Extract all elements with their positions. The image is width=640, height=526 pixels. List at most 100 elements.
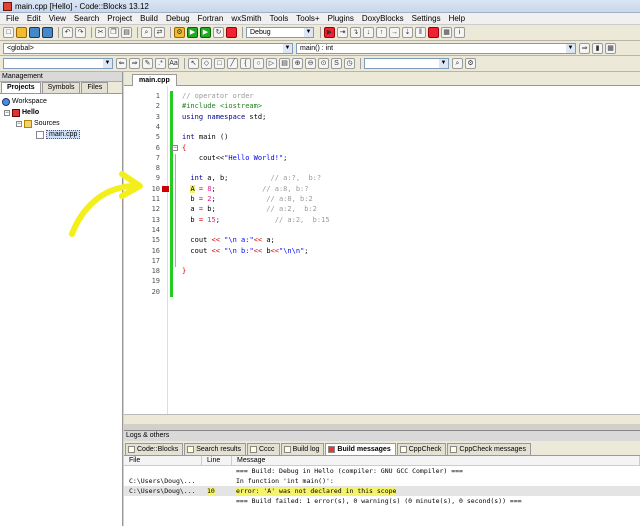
code-line[interactable]: cout << "\n b:"<< b<<"\n\n"; <box>182 246 308 256</box>
horizontal-scrollbar[interactable] <box>124 414 640 424</box>
column-line[interactable]: Line <box>202 456 232 465</box>
menu-settings[interactable]: Settings <box>408 13 445 25</box>
options-select[interactable]: ▼ <box>364 58 449 69</box>
spell-check-icon[interactable]: S <box>331 58 342 69</box>
run-to-cursor-icon[interactable]: ⇥ <box>337 27 348 38</box>
highlight-icon[interactable]: ✎ <box>142 58 153 69</box>
clock-icon[interactable]: ◷ <box>344 58 355 69</box>
zoom-in-icon[interactable]: ⊕ <box>292 58 303 69</box>
column-file[interactable]: File <box>124 456 202 465</box>
code-line[interactable]: int main () <box>182 132 228 142</box>
pause-icon[interactable]: ‖ <box>415 27 426 38</box>
undo-icon[interactable]: ↶ <box>62 27 73 38</box>
menu-debug[interactable]: Debug <box>162 13 194 25</box>
build-and-run-icon[interactable]: ▶ <box>200 27 211 38</box>
find-icon[interactable]: ⌕ <box>141 27 152 38</box>
message-row[interactable]: === Build failed: 1 error(s), 0 warning(… <box>124 496 640 506</box>
menu-project[interactable]: Project <box>103 13 136 25</box>
line-icon[interactable]: ╱ <box>227 58 238 69</box>
collapse-icon[interactable]: − <box>16 120 22 127</box>
line-number[interactable]: 1 <box>124 91 160 101</box>
find-input[interactable]: ▼ <box>3 58 113 69</box>
code-line[interactable]: { <box>182 143 186 153</box>
step-out-icon[interactable]: ↑ <box>376 27 387 38</box>
brace-icon[interactable]: { <box>240 58 251 69</box>
next-instruction-icon[interactable]: → <box>389 27 400 38</box>
debug-start-icon[interactable]: ▶ <box>324 27 335 38</box>
table-icon[interactable]: ▤ <box>279 58 290 69</box>
menu-tools-plus[interactable]: Tools+ <box>292 13 323 25</box>
redo-icon[interactable]: ↷ <box>75 27 86 38</box>
tree-workspace[interactable]: Workspace <box>2 96 122 107</box>
line-number-gutter[interactable]: 1 2 3 4 5 6 7 8 9 10 11 12 13 14 15 16 17 18 19 20− <box>124 86 178 424</box>
collapse-icon[interactable]: − <box>4 109 10 116</box>
function-select[interactable]: main() : int ▼ <box>296 42 576 54</box>
grid-icon[interactable]: ▦ <box>605 42 616 54</box>
menu-edit[interactable]: Edit <box>23 13 45 25</box>
tab-cccc[interactable]: Cccc <box>247 443 280 455</box>
message-row[interactable]: C:\Users\Doug\... In function 'int main(… <box>124 476 640 486</box>
code-line[interactable]: a = b; // a:2, b:2 <box>182 204 316 214</box>
search-icon[interactable]: ⌕ <box>452 58 463 69</box>
find-next-icon[interactable]: ⇒ <box>129 58 140 69</box>
tab-search-results[interactable]: Search results <box>184 443 246 455</box>
rect-icon[interactable]: □ <box>214 58 225 69</box>
cut-icon[interactable]: ✂ <box>95 27 106 38</box>
code-line[interactable]: cout<<"Hello World!"; <box>182 153 288 163</box>
code-line[interactable]: // operator order <box>182 91 254 101</box>
code-line[interactable]: cout << "\n a:"<< a; <box>182 235 274 245</box>
tree-project[interactable]: − Hello <box>2 107 122 118</box>
line-number[interactable]: 5 <box>124 132 160 142</box>
menu-help[interactable]: Help <box>445 13 469 25</box>
step-into-icon[interactable]: ↓ <box>363 27 374 38</box>
circle-icon[interactable]: ○ <box>253 58 264 69</box>
build-gear-icon[interactable]: ⚙ <box>174 27 185 38</box>
code-line[interactable]: #include <iostream> <box>182 101 262 111</box>
fold-toggle-icon[interactable]: − <box>172 144 178 151</box>
tab-symbols[interactable]: Symbols <box>41 82 81 93</box>
run-icon[interactable]: ▶ <box>187 27 198 38</box>
new-file-icon[interactable]: □ <box>3 27 14 38</box>
tab-cppcheck[interactable]: CppCheck <box>396 443 447 455</box>
menu-wxsmith[interactable]: wxSmith <box>227 13 265 25</box>
code-line[interactable]: using namespace std; <box>182 112 266 122</box>
rebuild-icon[interactable]: ↻ <box>213 27 224 38</box>
code-line[interactable]: int a, b; // a:?, b:? <box>182 173 321 183</box>
line-number[interactable]: 20 <box>124 287 160 297</box>
paste-icon[interactable]: ▤ <box>121 27 132 38</box>
save-icon[interactable] <box>29 27 40 38</box>
line-number[interactable]: 4 <box>124 122 160 132</box>
zoom-reset-icon[interactable]: ⊙ <box>318 58 329 69</box>
line-number[interactable]: 6 <box>124 143 160 153</box>
abort-icon[interactable] <box>226 27 237 38</box>
code-line[interactable]: b = 2; // a:8, b:2 <box>182 194 312 204</box>
next-line-icon[interactable]: ↴ <box>350 27 361 38</box>
debug-windows-icon[interactable]: ▦ <box>441 27 452 38</box>
zoom-out-icon[interactable]: ⊖ <box>305 58 316 69</box>
shape-icon[interactable]: ◇ <box>201 58 212 69</box>
tab-build-messages[interactable]: Build messages <box>325 443 396 455</box>
column-message[interactable]: Message <box>232 456 640 465</box>
step-into-instruction-icon[interactable]: ⇣ <box>402 27 413 38</box>
menu-plugins[interactable]: Plugins <box>324 13 358 25</box>
code-line[interactable]: A = 8; // a:8, b:? <box>182 184 308 194</box>
jump-icon[interactable]: ⇒ <box>579 42 590 54</box>
copy-icon[interactable]: ❐ <box>108 27 119 38</box>
tab-files[interactable]: Files <box>81 82 109 93</box>
menu-view[interactable]: View <box>45 13 70 25</box>
find-prev-icon[interactable]: ⇐ <box>116 58 127 69</box>
tab-build-log[interactable]: Build log <box>280 443 325 455</box>
match-case-icon[interactable]: Aa <box>168 58 179 69</box>
stop-debugger-icon[interactable] <box>428 27 439 38</box>
tree-file-main[interactable]: main.cpp <box>2 129 122 140</box>
line-number[interactable]: 19 <box>124 276 160 286</box>
replace-icon[interactable]: ⇄ <box>154 27 165 38</box>
arrow-shape-icon[interactable]: ▷ <box>266 58 277 69</box>
menu-file[interactable]: File <box>2 13 23 25</box>
menu-search[interactable]: Search <box>70 13 103 25</box>
tab-cppcheck-messages[interactable]: CppCheck messages <box>447 443 531 455</box>
code-area[interactable]: // operator order #include <iostream> usin… <box>182 86 632 424</box>
code-line[interactable]: b = 15; // a:2, b:15 <box>182 215 329 225</box>
menu-fortran[interactable]: Fortran <box>194 13 228 25</box>
line-number[interactable]: 2 <box>124 101 160 111</box>
